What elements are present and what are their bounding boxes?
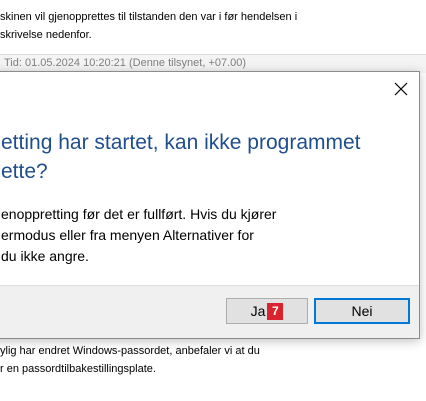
heading-line: etting har startet, kan ikke programmet — [1, 131, 361, 154]
yes-button[interactable]: Ja 7 — [226, 298, 308, 324]
yes-button-label: Ja — [250, 303, 266, 319]
dialog-heading: etting har startet, kan ikke programmet … — [0, 128, 381, 186]
close-icon — [394, 82, 408, 96]
confirm-restore-dialog: etting har startet, kan ikke programmet … — [0, 71, 420, 339]
shortcut-badge: 7 — [267, 302, 284, 320]
no-button-label: Nei — [351, 303, 373, 319]
heading-line: ette? — [1, 160, 48, 183]
close-button[interactable] — [383, 72, 419, 106]
restore-point-text: Tid: 01.05.2024 10:20:21 (Denne tilsynet… — [4, 57, 247, 69]
no-button[interactable]: Nei — [314, 298, 410, 324]
background-line: skrivelse nedenfor. — [0, 29, 92, 41]
background-line: r en passordtilbakestillingsplate. — [0, 363, 156, 375]
background-line: ylig har endret Windows-passordet, anbef… — [0, 345, 260, 357]
message-line: du ikke angre. — [1, 248, 89, 264]
dialog-button-bar: Ja 7 Nei — [0, 285, 419, 338]
message-line: ermodus eller fra menyen Alternativer fo… — [1, 227, 254, 243]
password-reset-note: ylig har endret Windows-passordet, anbef… — [0, 342, 426, 378]
dialog-message: enoppretting før det er fullført. Hvis d… — [0, 204, 381, 267]
message-line: enoppretting før det er fullført. Hvis d… — [1, 206, 277, 222]
background-description: skinen vil gjenopprettes til tilstanden … — [0, 8, 426, 44]
screen: skinen vil gjenopprettes til tilstanden … — [0, 0, 426, 401]
background-line: skinen vil gjenopprettes til tilstanden … — [0, 11, 298, 23]
